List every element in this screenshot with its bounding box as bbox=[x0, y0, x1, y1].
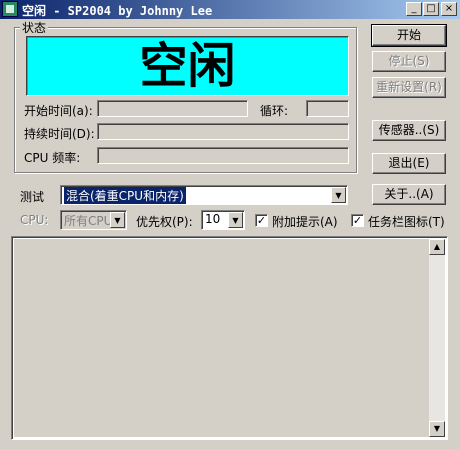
cpu-label: CPU: bbox=[20, 213, 49, 227]
log-content bbox=[14, 239, 429, 437]
priority-select[interactable]: 10 ▼ bbox=[201, 210, 245, 230]
chevron-down-icon[interactable]: ▼ bbox=[331, 187, 346, 203]
window-title: 空闲 - SP2004 by Johnny Lee bbox=[22, 4, 213, 18]
cpu-freq-label: CPU 频率: bbox=[24, 151, 81, 165]
test-select-value: 混合(着重CPU和内存) bbox=[64, 187, 186, 204]
status-display: 空闲 bbox=[26, 36, 349, 96]
status-group-label: 状态 bbox=[20, 19, 49, 36]
test-label: 测试 bbox=[20, 190, 45, 204]
priority-select-value: 10 bbox=[205, 212, 221, 226]
start-time-label: 开始时间(a): bbox=[24, 104, 93, 118]
close-button[interactable]: × bbox=[441, 2, 457, 16]
vertical-scrollbar[interactable]: ▲ ▼ bbox=[429, 239, 445, 437]
loop-label: 循环: bbox=[260, 104, 289, 118]
reset-button[interactable]: 重新设置(R) bbox=[372, 77, 446, 98]
extra-hint-label[interactable]: 附加提示(A) bbox=[272, 213, 338, 230]
minimize-button[interactable]: _ bbox=[406, 2, 422, 16]
maximize-button[interactable]: □ bbox=[423, 2, 439, 16]
stop-button[interactable]: 停止(S) bbox=[372, 51, 446, 72]
duration-label: 持续时间(D): bbox=[24, 127, 95, 141]
priority-label: 优先权(P): bbox=[136, 215, 193, 229]
sensor-button[interactable]: 传感器..(S) bbox=[372, 120, 446, 141]
exit-button[interactable]: 退出(E) bbox=[372, 153, 446, 174]
extra-hint-checkbox[interactable]: ✓ bbox=[255, 214, 268, 227]
duration-field bbox=[97, 123, 349, 140]
scroll-down-icon[interactable]: ▼ bbox=[429, 421, 445, 437]
tray-icon-checkbox[interactable]: ✓ bbox=[351, 214, 364, 227]
test-select[interactable]: 混合(着重CPU和内存) ▼ bbox=[60, 185, 348, 205]
cpu-freq-field bbox=[97, 147, 349, 164]
loop-field bbox=[306, 100, 349, 117]
app-icon bbox=[2, 1, 18, 17]
log-area[interactable]: ▲ ▼ bbox=[11, 236, 448, 440]
cpu-select-value: 所有CPU bbox=[64, 214, 113, 228]
chevron-down-icon[interactable]: ▼ bbox=[110, 212, 125, 228]
about-button[interactable]: 关于..(A) bbox=[372, 184, 446, 205]
chevron-down-icon[interactable]: ▼ bbox=[228, 212, 243, 228]
start-time-field bbox=[97, 100, 248, 117]
start-button[interactable]: 开始 bbox=[371, 24, 447, 47]
cpu-select[interactable]: 所有CPU ▼ bbox=[60, 210, 127, 230]
tray-icon-label[interactable]: 任务栏图标(T) bbox=[368, 213, 445, 230]
scroll-up-icon[interactable]: ▲ bbox=[429, 239, 445, 255]
